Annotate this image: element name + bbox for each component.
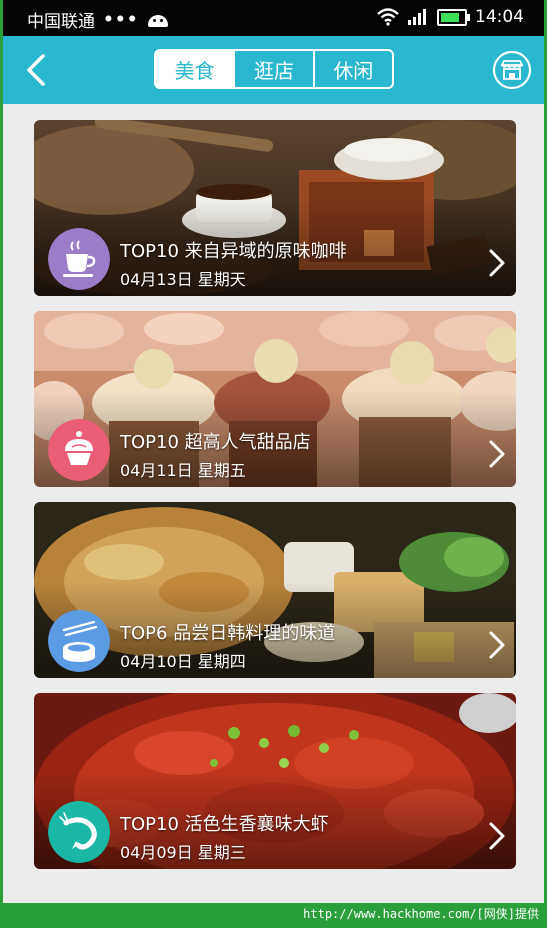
android-icon — [147, 13, 169, 27]
card-date: 04月13日 星期天 — [120, 270, 246, 289]
header-bar: 美食 逛店 休闲 — [3, 36, 544, 104]
chevron-right-icon — [489, 440, 505, 468]
status-bar: 中国联通 ••• 14:04 — [3, 0, 544, 36]
clock-label: 14:04 — [475, 7, 524, 27]
card-title: TOP10 来自异域的原味咖啡 — [120, 241, 347, 262]
chevron-right-icon — [489, 631, 505, 659]
sushi-icon — [48, 610, 110, 672]
tab-food[interactable]: 美食 — [156, 51, 234, 87]
list-item[interactable]: TOP10 来自异域的原味咖啡 04月13日 星期天 — [34, 120, 516, 296]
battery-icon — [437, 8, 470, 26]
watermark-text: http://www.hackhome.com/[网侠]提供 — [303, 907, 539, 921]
notification-dots: ••• — [103, 9, 139, 30]
carrier-label: 中国联通 — [27, 12, 95, 32]
card-title: TOP10 超高人气甜品店 — [120, 432, 311, 453]
card-date: 04月11日 星期五 — [120, 461, 246, 480]
chevron-right-icon — [489, 822, 505, 850]
tab-shopping[interactable]: 逛店 — [233, 51, 312, 87]
tab-leisure[interactable]: 休闲 — [312, 51, 392, 87]
store-button[interactable] — [492, 50, 532, 90]
list-item[interactable]: TOP10 超高人气甜品店 04月11日 星期五 — [34, 311, 516, 487]
back-button[interactable] — [19, 50, 55, 90]
shrimp-icon — [48, 801, 110, 863]
list-item[interactable]: TOP6 品尝日韩料理的味道 04月10日 星期四 — [34, 502, 516, 678]
card-date: 04月09日 星期三 — [120, 843, 246, 862]
signal-icon — [408, 9, 426, 25]
status-left: 中国联通 ••• — [27, 7, 169, 32]
card-date: 04月10日 星期四 — [120, 652, 246, 671]
chevron-right-icon — [489, 249, 505, 277]
category-tabs: 美食 逛店 休闲 — [154, 49, 394, 89]
card-title: TOP10 活色生香襄味大虾 — [120, 814, 329, 835]
coffee-cup-icon — [48, 228, 110, 290]
cupcake-icon — [48, 419, 110, 481]
card-title: TOP6 品尝日韩料理的味道 — [120, 623, 336, 644]
phone-screen: 中国联通 ••• 14:04 美食 逛店 休闲 TOP10 来自异域的原味咖啡 … — [3, 0, 544, 903]
list-item[interactable]: TOP10 活色生香襄味大虾 04月09日 星期三 — [34, 693, 516, 869]
status-right: 14:04 — [377, 7, 524, 27]
wifi-icon — [377, 8, 399, 26]
